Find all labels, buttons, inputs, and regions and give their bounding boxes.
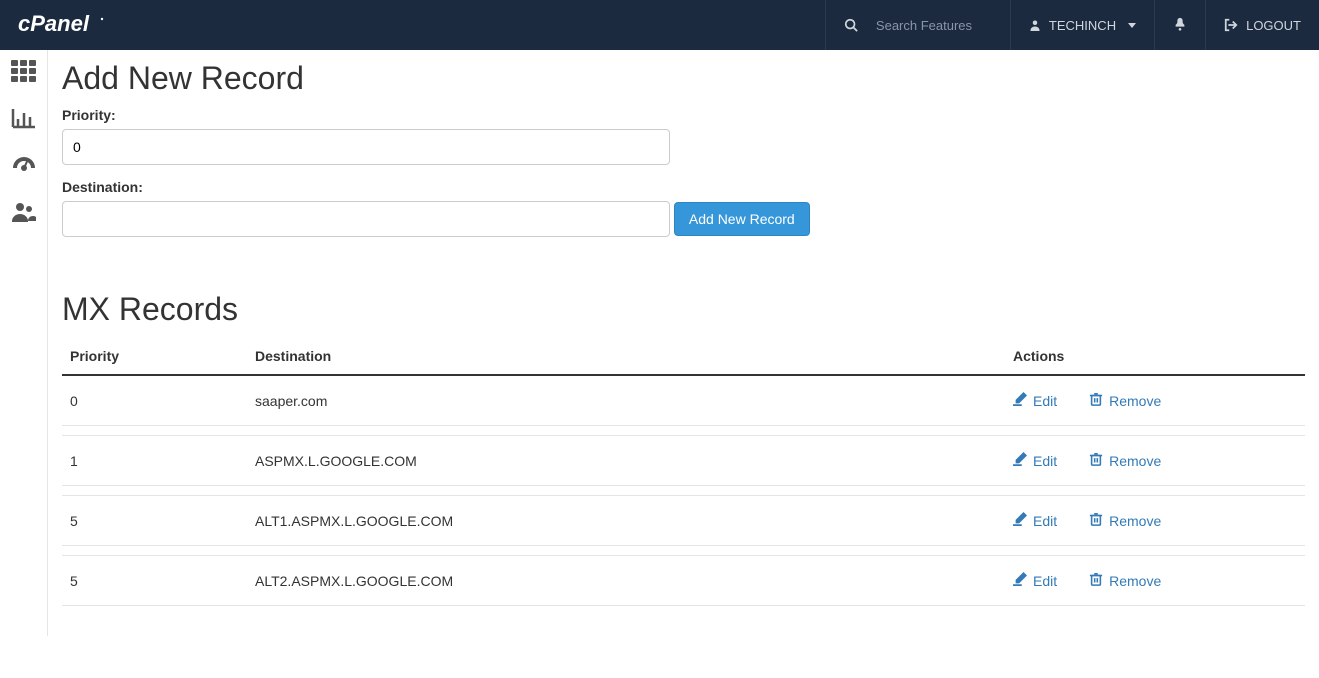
remove-label: Remove xyxy=(1109,453,1161,469)
remove-button[interactable]: Remove xyxy=(1089,392,1161,409)
user-menu[interactable]: TECHINCH xyxy=(1010,0,1154,50)
remove-button[interactable]: Remove xyxy=(1089,572,1161,589)
add-record-button[interactable]: Add New Record xyxy=(674,202,810,236)
edit-label: Edit xyxy=(1033,453,1057,469)
cell-priority: 0 xyxy=(62,375,247,426)
search-icon xyxy=(844,18,858,32)
search-input[interactable] xyxy=(876,18,986,33)
username-label: TECHINCH xyxy=(1049,18,1116,33)
sidebar xyxy=(0,50,48,636)
mx-records-table: Priority Destination Actions 0saaper.com… xyxy=(62,338,1305,606)
trash-icon xyxy=(1089,512,1103,529)
table-row: 1ASPMX.L.GOOGLE.COM Edit Remove xyxy=(62,436,1305,486)
priority-input[interactable] xyxy=(62,129,670,165)
logout-button[interactable]: LOGOUT xyxy=(1205,0,1319,50)
user-icon xyxy=(1029,19,1041,31)
remove-button[interactable]: Remove xyxy=(1089,452,1161,469)
cell-destination: ASPMX.L.GOOGLE.COM xyxy=(247,436,1005,486)
column-priority: Priority xyxy=(62,338,247,375)
pencil-icon xyxy=(1013,392,1027,409)
trash-icon xyxy=(1089,452,1103,469)
column-destination: Destination xyxy=(247,338,1005,375)
destination-input[interactable] xyxy=(62,201,670,237)
trash-icon xyxy=(1089,392,1103,409)
destination-label: Destination: xyxy=(62,179,1305,195)
remove-label: Remove xyxy=(1109,573,1161,589)
edit-label: Edit xyxy=(1033,573,1057,589)
edit-label: Edit xyxy=(1033,393,1057,409)
edit-button[interactable]: Edit xyxy=(1013,452,1057,469)
cell-destination: ALT1.ASPMX.L.GOOGLE.COM xyxy=(247,496,1005,546)
svg-text:cPanel: cPanel xyxy=(18,13,90,36)
cell-destination: ALT2.ASPMX.L.GOOGLE.COM xyxy=(247,556,1005,606)
cell-priority: 5 xyxy=(62,556,247,606)
search-section[interactable] xyxy=(825,0,1010,50)
edit-button[interactable]: Edit xyxy=(1013,392,1057,409)
remove-label: Remove xyxy=(1109,393,1161,409)
trash-icon xyxy=(1089,572,1103,589)
table-row: 5ALT1.ASPMX.L.GOOGLE.COM Edit Remove xyxy=(62,496,1305,546)
notifications-button[interactable] xyxy=(1154,0,1205,50)
logout-icon xyxy=(1224,18,1238,32)
edit-button[interactable]: Edit xyxy=(1013,572,1057,589)
cell-priority: 1 xyxy=(62,436,247,486)
remove-button[interactable]: Remove xyxy=(1089,512,1161,529)
main-content: Add New Record Priority: Destination: Ad… xyxy=(48,50,1319,636)
edit-button[interactable]: Edit xyxy=(1013,512,1057,529)
remove-label: Remove xyxy=(1109,513,1161,529)
cell-priority: 5 xyxy=(62,496,247,546)
bell-icon xyxy=(1173,17,1187,34)
priority-label: Priority: xyxy=(62,107,1305,123)
sidebar-item-dashboard[interactable] xyxy=(11,154,37,179)
pencil-icon xyxy=(1013,572,1027,589)
top-bar: cPanel TECHINCH xyxy=(0,0,1319,50)
add-record-heading: Add New Record xyxy=(62,60,1305,97)
users-icon xyxy=(11,201,37,226)
sidebar-item-apps[interactable] xyxy=(11,60,37,85)
pencil-icon xyxy=(1013,512,1027,529)
cell-destination: saaper.com xyxy=(247,375,1005,426)
column-actions: Actions xyxy=(1005,338,1305,375)
sidebar-item-users[interactable] xyxy=(11,201,37,226)
records-heading: MX Records xyxy=(62,291,1305,328)
table-row: 5ALT2.ASPMX.L.GOOGLE.COM Edit Remove xyxy=(62,556,1305,606)
cpanel-logo[interactable]: cPanel xyxy=(0,13,136,37)
gauge-icon xyxy=(11,154,37,179)
grid-icon xyxy=(11,60,37,85)
chevron-down-icon xyxy=(1128,23,1136,28)
bar-chart-icon xyxy=(11,107,37,132)
table-row: 0saaper.com Edit Remove xyxy=(62,375,1305,426)
pencil-icon xyxy=(1013,452,1027,469)
logout-label: LOGOUT xyxy=(1246,18,1301,33)
sidebar-item-stats[interactable] xyxy=(11,107,37,132)
edit-label: Edit xyxy=(1033,513,1057,529)
